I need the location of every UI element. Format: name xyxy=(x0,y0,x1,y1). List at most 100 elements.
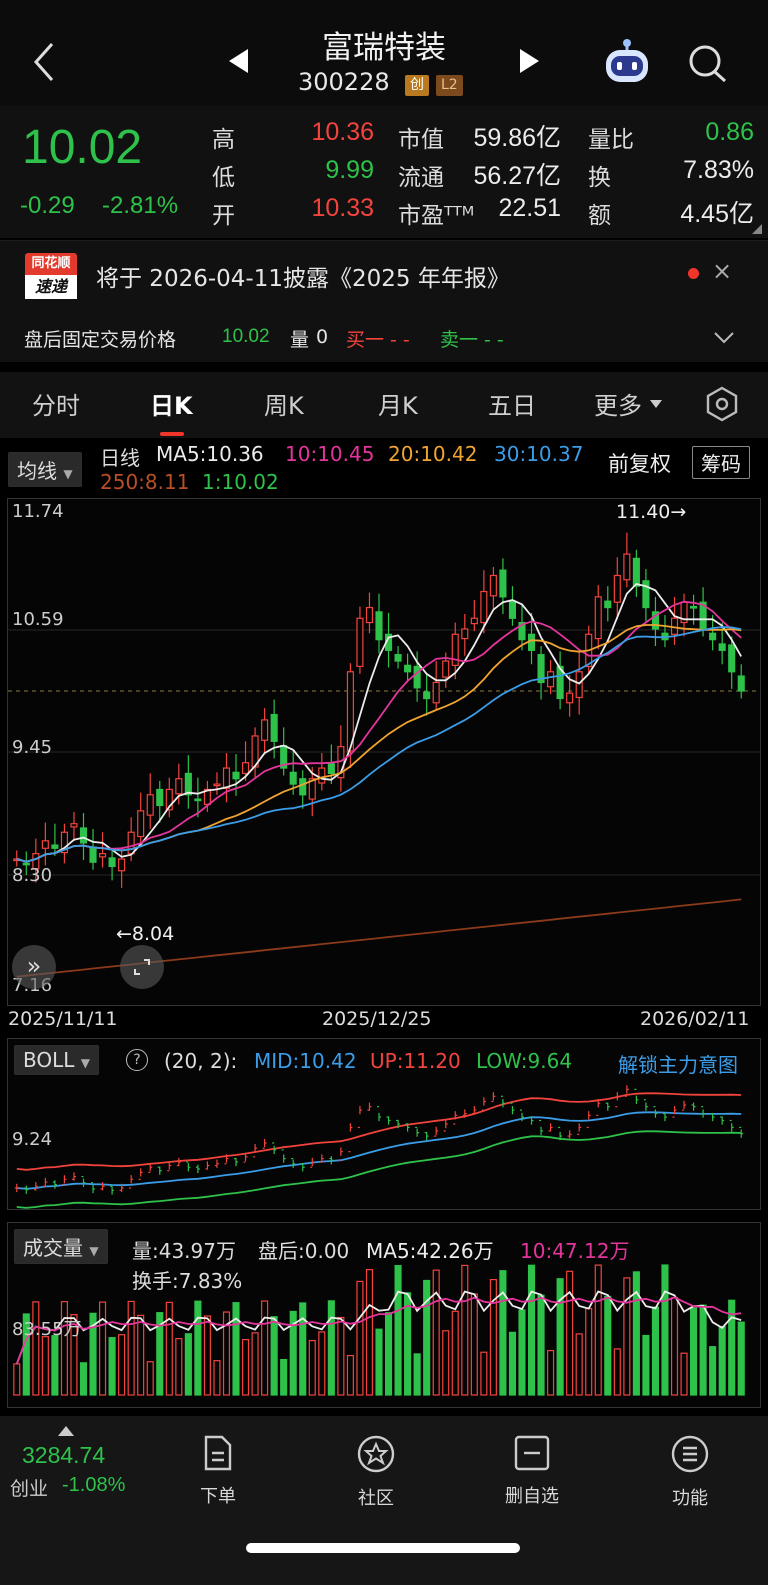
index-value[interactable]: 3284.74 xyxy=(22,1442,105,1469)
volume-bar xyxy=(537,1294,545,1396)
top-bar: 富瑞特装 300228 创 L2 xyxy=(0,0,768,106)
candle xyxy=(213,783,221,787)
chip-button[interactable]: 筹码 xyxy=(692,446,750,479)
volume-bar xyxy=(327,1300,335,1396)
volume-bar xyxy=(699,1304,707,1396)
volume-bar xyxy=(184,1333,192,1396)
boll-mid: MID:10.42 xyxy=(254,1049,357,1073)
search-icon[interactable] xyxy=(688,44,728,84)
adjust-button[interactable]: 前复权 xyxy=(608,448,671,478)
next-stock-icon[interactable] xyxy=(518,46,542,76)
tab-weekly-k[interactable]: 周K xyxy=(264,386,304,421)
volume-bar xyxy=(241,1338,250,1396)
boll-selector-button[interactable]: BOLL ▼ xyxy=(14,1045,99,1075)
ma250-legend: 250:8.11 xyxy=(100,470,190,494)
volume-bar xyxy=(642,1334,650,1396)
expand-corner-icon[interactable] xyxy=(752,224,762,234)
stock-name: 富瑞特装 xyxy=(322,30,446,66)
help-icon[interactable]: ? xyxy=(126,1049,148,1071)
volume-bar xyxy=(270,1316,278,1396)
ma5-legend: MA5:10.36 xyxy=(156,442,264,466)
candle xyxy=(480,590,488,624)
volume-bar xyxy=(318,1331,326,1396)
volume-bar xyxy=(585,1307,593,1396)
robot-assistant-icon[interactable] xyxy=(602,38,652,86)
boll-tick: 9.24 xyxy=(12,1129,53,1150)
series-label: 日线 xyxy=(100,446,140,470)
tab-monthly-k[interactable]: 月K xyxy=(378,386,418,421)
ma1-legend: 1:10.02 xyxy=(202,470,279,494)
bottom-nav: 3284.74 创业 -1.08% 下单 社区 删自选 功能 xyxy=(0,1416,768,1585)
volume-bar xyxy=(137,1314,145,1396)
functions-button[interactable]: 功能 xyxy=(630,1434,750,1510)
open-label: 开 xyxy=(212,203,235,229)
volume-bar xyxy=(356,1280,364,1396)
community-button[interactable]: 社区 xyxy=(316,1434,436,1510)
index-up-arrow-icon xyxy=(58,1426,74,1436)
low-value: 9.99 xyxy=(325,156,374,184)
candle xyxy=(499,569,507,598)
candle xyxy=(51,844,59,849)
volume-bar xyxy=(108,1337,116,1396)
volume-bar xyxy=(118,1334,126,1396)
tab-daily-k[interactable]: 日K xyxy=(150,386,193,421)
community-star-icon xyxy=(357,1435,395,1473)
volume-bar xyxy=(261,1300,269,1396)
settings-icon[interactable] xyxy=(706,386,738,422)
fullscreen-icon[interactable] xyxy=(120,945,164,989)
volume-bar xyxy=(375,1328,383,1396)
candle xyxy=(413,665,421,689)
volume-bar xyxy=(203,1315,211,1396)
after-hours-volume: 盘后:0.00 xyxy=(258,1239,350,1263)
remove-watchlist-button[interactable]: 删自选 xyxy=(472,1434,592,1508)
volume-bar xyxy=(213,1360,221,1396)
volume-bar xyxy=(432,1269,440,1396)
volume-bar xyxy=(613,1348,621,1396)
float-label: 流通 xyxy=(398,165,444,191)
unread-dot xyxy=(688,268,699,279)
candle xyxy=(432,681,440,704)
kline-chart[interactable]: 11.74 10.59 9.45 8.30 7.16 11.40→ ←8.04 … xyxy=(7,498,761,1006)
volume-bar xyxy=(518,1309,526,1396)
turnover-value: 7.83% xyxy=(683,156,754,184)
volume-bar xyxy=(165,1301,173,1396)
ma-selector-button[interactable]: 均线 ▼ xyxy=(8,452,82,487)
close-notice-icon[interactable]: × xyxy=(712,257,732,285)
period-tabs: 分时 日K 周K 月K 五日 更多 xyxy=(0,372,768,438)
volume-ratio-value: 0.86 xyxy=(705,118,754,146)
order-button[interactable]: 下单 xyxy=(158,1434,278,1508)
volume-bar xyxy=(480,1351,488,1396)
ma20-legend: 20:10.42 xyxy=(388,442,478,466)
volume-bar xyxy=(51,1335,59,1396)
high-marker: 11.40→ xyxy=(616,501,687,523)
volume-chart[interactable]: 成交量 ▼ 量:43.97万 盘后:0.00 MA5:42.26万 10:47.… xyxy=(7,1222,761,1408)
chevron-down-icon[interactable] xyxy=(713,331,735,345)
unlock-main-intent-link[interactable]: 解锁主力意图 xyxy=(618,1049,738,1078)
ma30-legend: 30:10.37 xyxy=(494,442,584,466)
candle xyxy=(270,713,278,742)
volume-bar xyxy=(737,1321,745,1396)
candle xyxy=(108,857,116,868)
expand-panel-icon[interactable]: » xyxy=(12,945,56,989)
tab-timeshare[interactable]: 分时 xyxy=(32,386,80,421)
volume-selector-button[interactable]: 成交量 ▼ xyxy=(14,1229,108,1264)
volume-bar xyxy=(709,1346,717,1396)
volume-bar xyxy=(346,1354,354,1396)
tab-more[interactable]: 更多 xyxy=(594,386,642,421)
after-hours-vol-label: 量 xyxy=(290,329,310,351)
volume-bar xyxy=(41,1336,49,1396)
boll-up: UP:11.20 xyxy=(370,1049,461,1073)
notice-text[interactable]: 将于 2026-04-11披露《2025 年年报》 xyxy=(96,259,510,293)
candle xyxy=(318,767,326,784)
candle xyxy=(156,788,164,807)
candle xyxy=(194,798,202,802)
volume-bar xyxy=(194,1300,202,1396)
volume-bar xyxy=(146,1361,154,1396)
date-tick: 2026/02/11 xyxy=(640,1008,750,1030)
boll-chart[interactable]: BOLL ▼ ? (20, 2): MID:10.42 UP:11.20 LOW… xyxy=(7,1038,761,1210)
last-price: 10.02 xyxy=(22,121,143,174)
tab-five-day[interactable]: 五日 xyxy=(488,386,536,421)
turnover-rate: 换手:7.83% xyxy=(132,1269,243,1293)
volume-value: 量:43.97万 xyxy=(132,1239,236,1263)
after-hours-sell1: 卖一 - - xyxy=(440,329,504,351)
